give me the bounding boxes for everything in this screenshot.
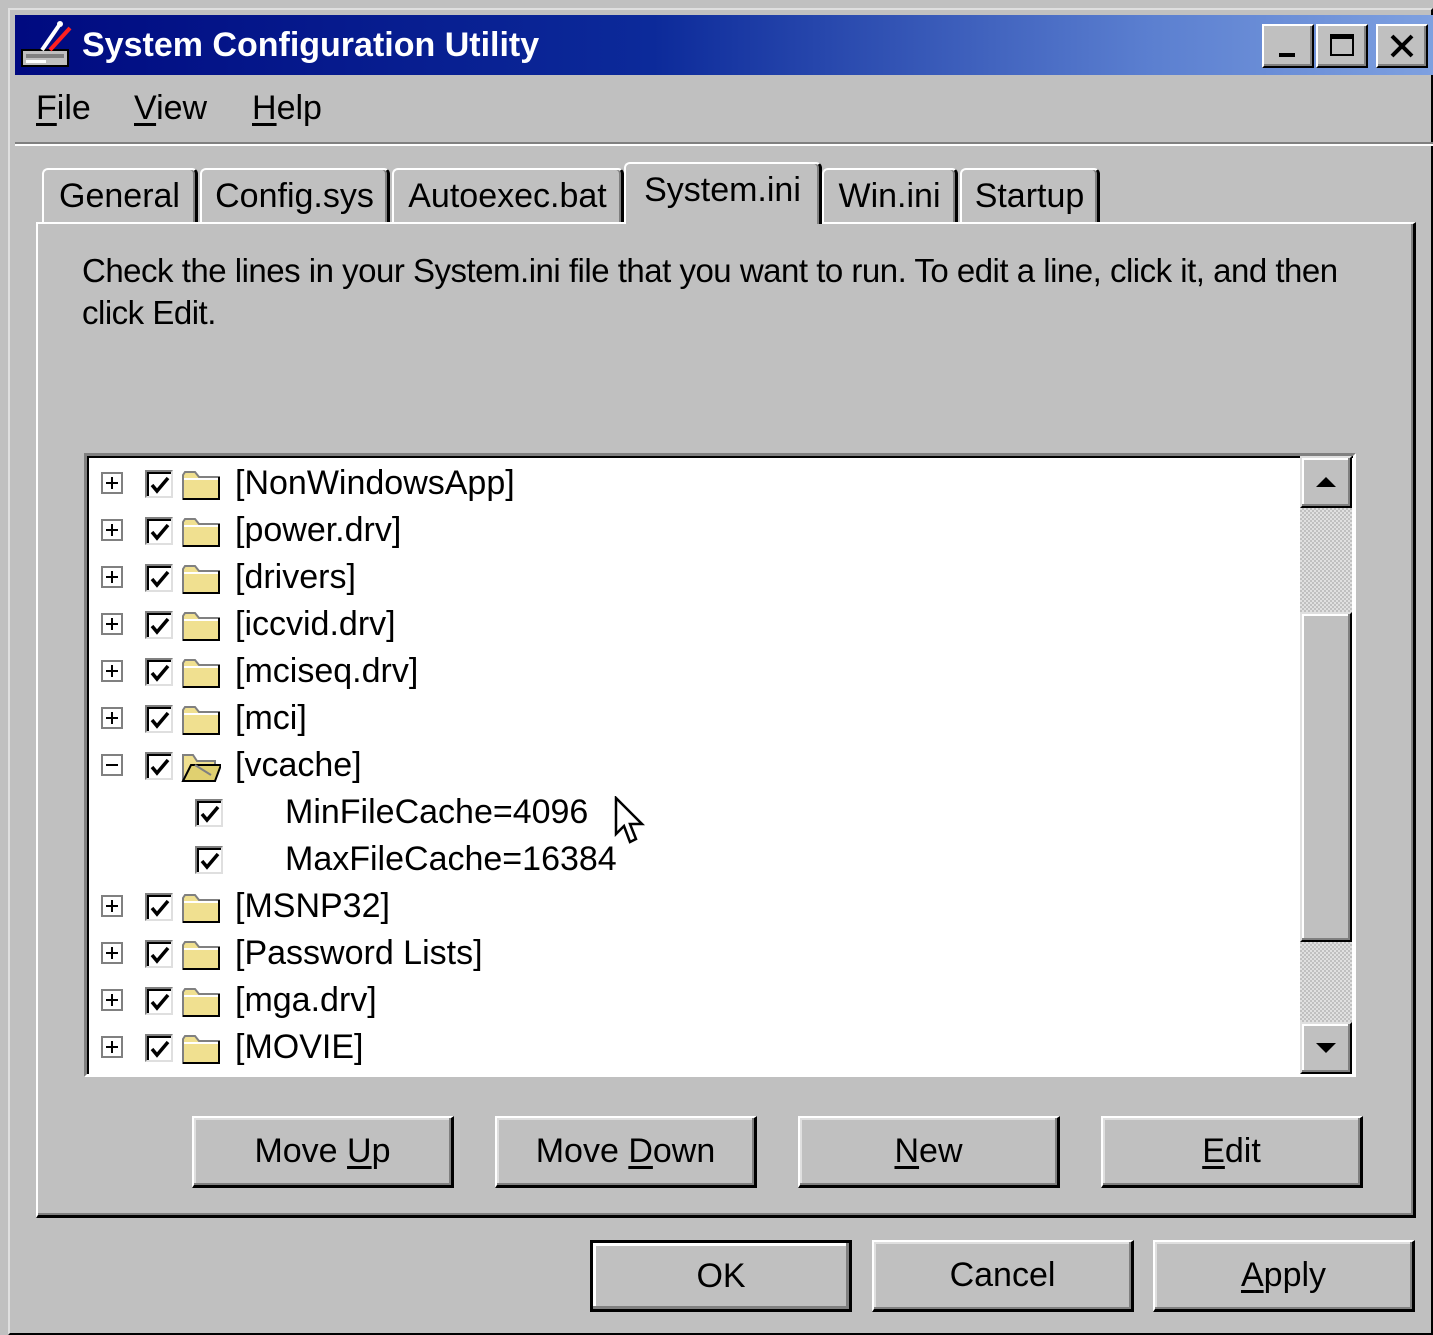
tab-autoexec-bat[interactable]: Autoexec.bat	[392, 168, 624, 224]
tree-row-checkbox[interactable]	[145, 1034, 173, 1062]
menu-view[interactable]: View	[134, 88, 207, 128]
msconfig-app-icon	[20, 20, 74, 70]
tree-row-checkbox[interactable]	[145, 893, 173, 921]
tree-row[interactable]: [NonWindowsApp]	[87, 460, 1297, 507]
tree-row[interactable]: [mci]	[87, 695, 1297, 742]
expand-icon[interactable]	[101, 1036, 123, 1058]
tree-row[interactable]: [drivers]	[87, 554, 1297, 601]
ok-button[interactable]: OK	[590, 1240, 852, 1312]
scroll-down-button[interactable]	[1300, 1022, 1352, 1074]
expand-icon[interactable]	[101, 660, 123, 682]
folder-icon	[181, 657, 221, 689]
mouse-cursor-icon	[614, 794, 646, 851]
tree-row-label: [MSNP32]	[235, 887, 390, 925]
folder-icon	[181, 469, 221, 501]
tree-row-label: [iccvid.drv]	[235, 605, 396, 643]
expand-icon[interactable]	[101, 707, 123, 729]
tree-row[interactable]: [mga.drv]	[87, 977, 1297, 1024]
tree-row-checkbox[interactable]	[195, 799, 223, 827]
tree-row-checkbox[interactable]	[145, 705, 173, 733]
apply-button[interactable]: Apply	[1153, 1240, 1415, 1312]
minimize-icon	[1279, 53, 1295, 57]
folder-icon	[181, 516, 221, 548]
tree-row-label: [mciseq.drv]	[235, 652, 419, 690]
tree-row[interactable]: [MOVIE]	[87, 1024, 1297, 1071]
close-icon	[1390, 34, 1414, 58]
collapse-icon[interactable]	[101, 754, 123, 776]
menu-bar	[15, 80, 1433, 138]
tab-general[interactable]: General	[42, 168, 198, 224]
folder-icon	[181, 610, 221, 642]
close-button[interactable]	[1376, 24, 1428, 68]
maximize-button[interactable]	[1316, 24, 1368, 68]
tree-row-checkbox[interactable]	[145, 752, 173, 780]
tree-row-label: [Password Lists]	[235, 934, 483, 972]
instructions-text: Check the lines in your System.ini file …	[82, 252, 1338, 331]
arrow-up-icon	[1316, 477, 1336, 487]
tree-row[interactable]: [mciseq.drv]	[87, 648, 1297, 695]
folder-icon	[181, 986, 221, 1018]
tree-row[interactable]: MaxFileCache=16384	[87, 836, 1297, 883]
menu-file[interactable]: File	[36, 88, 91, 128]
expand-icon[interactable]	[101, 613, 123, 635]
tree-row-label: MinFileCache=4096	[285, 793, 589, 831]
edit-button[interactable]: Edit	[1101, 1116, 1363, 1188]
tree-row-label: MaxFileCache=16384	[285, 840, 617, 878]
cancel-button[interactable]: Cancel	[872, 1240, 1134, 1312]
folder-icon	[181, 892, 221, 924]
move-down-button[interactable]: Move Down	[495, 1116, 757, 1188]
expand-icon[interactable]	[101, 942, 123, 964]
minimize-button[interactable]	[1262, 24, 1314, 68]
tree-row-label: [vcache]	[235, 746, 362, 784]
tree-row-label: [mci]	[235, 699, 307, 737]
window-title: System Configuration Utility	[82, 26, 540, 64]
tree-row[interactable]: [iccvid.drv]	[87, 601, 1297, 648]
tree-row[interactable]: [power.drv]	[87, 507, 1297, 554]
tree-row-checkbox[interactable]	[145, 517, 173, 545]
scroll-up-button[interactable]	[1300, 456, 1352, 508]
new-button[interactable]: New	[798, 1116, 1060, 1188]
menu-help[interactable]: Help	[252, 88, 322, 128]
folder-icon	[181, 939, 221, 971]
tab-system-ini[interactable]: System.ini	[624, 162, 822, 224]
scroll-thumb[interactable]	[1300, 612, 1352, 942]
tree-row-label: [drivers]	[235, 558, 356, 596]
tree-row[interactable]: [Password Lists]	[87, 930, 1297, 977]
move-up-button[interactable]: Move Up	[192, 1116, 454, 1188]
tab-config-sys[interactable]: Config.sys	[200, 168, 390, 224]
folder-icon	[181, 704, 221, 736]
tree-row-checkbox[interactable]	[145, 611, 173, 639]
tree-row[interactable]: MinFileCache=4096	[87, 789, 1297, 836]
tree-row-checkbox[interactable]	[195, 846, 223, 874]
menu-separator	[15, 142, 1433, 146]
tree-row-label: [power.drv]	[235, 511, 402, 549]
tab-startup[interactable]: Startup	[960, 168, 1100, 224]
tree-row-label: [NonWindowsApp]	[235, 464, 515, 502]
tree-row-checkbox[interactable]	[145, 658, 173, 686]
tab-win-ini[interactable]: Win.ini	[822, 168, 958, 224]
expand-icon[interactable]	[101, 472, 123, 494]
maximize-icon	[1330, 34, 1354, 56]
tree-row-checkbox[interactable]	[145, 564, 173, 592]
tree-row-checkbox[interactable]	[145, 470, 173, 498]
folder-open-icon	[181, 751, 223, 783]
arrow-down-icon	[1316, 1043, 1336, 1053]
folder-icon	[181, 1033, 221, 1065]
expand-icon[interactable]	[101, 895, 123, 917]
expand-icon[interactable]	[101, 989, 123, 1011]
folder-icon	[181, 563, 221, 595]
expand-icon[interactable]	[101, 566, 123, 588]
system-ini-tree[interactable]: [NonWindowsApp] [power.drv] [drivers] [iccv…	[84, 453, 1356, 1077]
tree-row-checkbox[interactable]	[145, 987, 173, 1015]
tree-row-checkbox[interactable]	[145, 940, 173, 968]
tree-row[interactable]: [MSNP32]	[87, 883, 1297, 930]
tree-row-label: [mga.drv]	[235, 981, 377, 1019]
expand-icon[interactable]	[101, 519, 123, 541]
vertical-scrollbar[interactable]	[1300, 456, 1352, 1074]
tree-row[interactable]: [vcache]	[87, 742, 1297, 789]
tree-row-label: [MOVIE]	[235, 1028, 364, 1066]
